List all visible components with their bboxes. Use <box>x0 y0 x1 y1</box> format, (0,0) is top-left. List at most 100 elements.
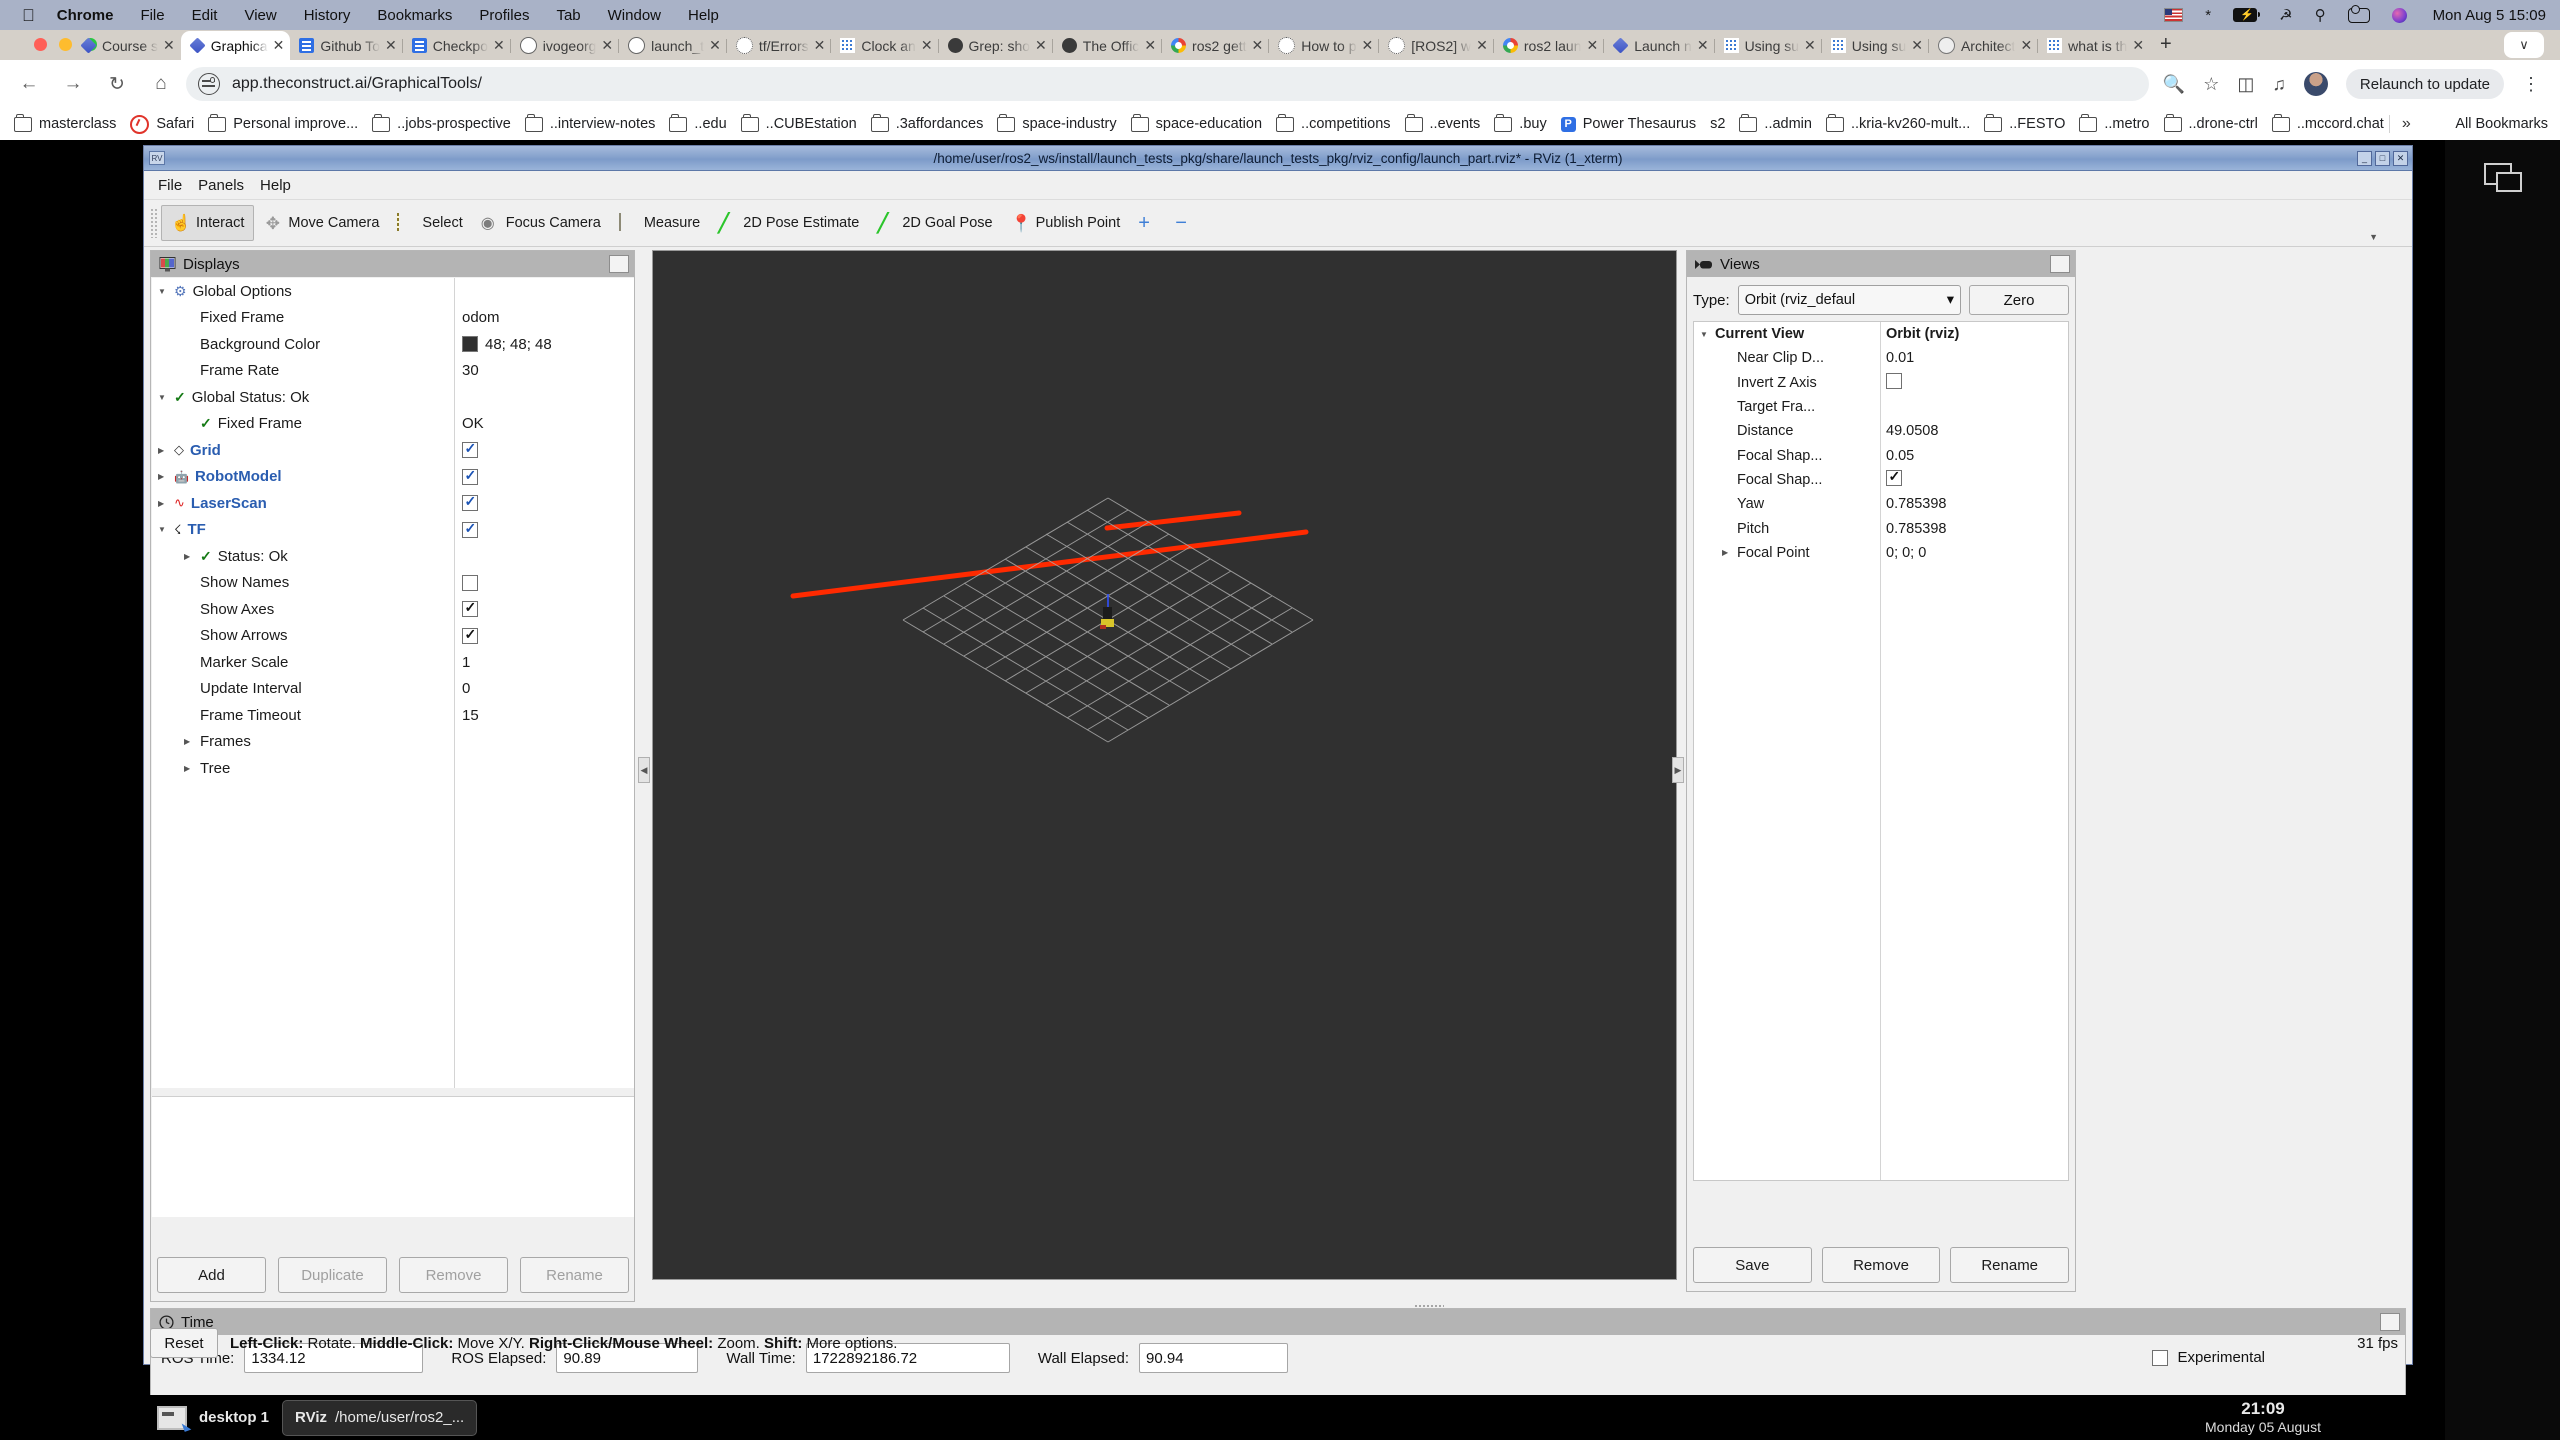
maximize-button[interactable]: □ <box>2375 150 2390 166</box>
view-row[interactable]: Distance 49.0508 <box>1694 419 2068 443</box>
collapse-arrow-icon[interactable] <box>158 445 168 456</box>
reset-button[interactable]: Reset <box>150 1328 218 1358</box>
bookmarks-overflow-icon[interactable]: » <box>2402 115 2411 133</box>
reload-icon[interactable]: ↻ <box>102 69 132 99</box>
bookmark-item[interactable]: .3affordances <box>870 113 983 132</box>
display-row[interactable]: ✓ Fixed Frame OK <box>152 411 634 438</box>
row-checkbox[interactable] <box>1886 372 1902 389</box>
displays-float-button[interactable] <box>609 255 629 273</box>
display-row[interactable]: Frames <box>152 729 634 756</box>
bookmark-item[interactable]: ..edu <box>669 113 727 132</box>
close-tab-icon[interactable]: ✕ <box>1252 37 1264 54</box>
tool-interact[interactable]: ☝ Interact <box>161 205 255 241</box>
close-button[interactable]: ✕ <box>2393 150 2408 166</box>
tool-2d-goal-pose[interactable]: ╱ 2D Goal Pose <box>868 205 1001 241</box>
row-checkbox[interactable] <box>462 520 478 538</box>
search-icon[interactable]: ⚲ <box>2315 6 2326 24</box>
bookmark-item[interactable]: ..admin <box>1739 113 1812 132</box>
close-tab-icon[interactable]: ✕ <box>1144 37 1156 54</box>
display-row[interactable]: Show Names <box>152 570 634 597</box>
rviz-menu-help[interactable]: Help <box>260 177 291 194</box>
display-row[interactable]: ⚙ Global Options <box>152 278 634 305</box>
view-row[interactable]: Focal Shap... <box>1694 468 2068 492</box>
menu-edit[interactable]: Edit <box>192 7 218 24</box>
row-checkbox[interactable] <box>462 467 478 485</box>
row-checkbox[interactable] <box>462 626 478 644</box>
bookmark-item[interactable]: ..kria-kv260-mult... <box>1825 113 1970 132</box>
bookmark-item[interactable]: .buy <box>1494 113 1547 132</box>
display-row[interactable]: Show Arrows <box>152 623 634 650</box>
collapse-arrow-icon[interactable] <box>184 736 194 747</box>
close-tab-icon[interactable]: ✕ <box>1362 37 1374 54</box>
row-checkbox[interactable] <box>462 574 478 591</box>
view-row[interactable]: Target Fra... <box>1694 395 2068 419</box>
bookmark-item[interactable]: ..competitions <box>1276 113 1391 132</box>
save-view-button[interactable]: Save <box>1693 1247 1812 1283</box>
browser-tab[interactable]: what is th ✕ <box>2037 31 2150 60</box>
browser-tab[interactable]: Grep: sho ✕ <box>937 31 1053 60</box>
zoom-icon[interactable]: 🔍 <box>2163 74 2185 95</box>
tool-select[interactable]: Select <box>388 205 471 241</box>
close-tab-icon[interactable]: ✕ <box>601 37 613 54</box>
views-float-button[interactable] <box>2050 255 2070 273</box>
collapse-arrow-icon[interactable] <box>158 498 168 509</box>
menu-file[interactable]: File <box>140 7 164 24</box>
rename-view-button[interactable]: Rename <box>1950 1247 2070 1283</box>
bookmark-item[interactable]: s2 <box>1710 116 1725 132</box>
menu-view[interactable]: View <box>244 7 276 24</box>
menu-tab[interactable]: Tab <box>556 7 580 24</box>
browser-tab[interactable]: Architect ✕ <box>1927 31 2038 60</box>
tool-publish-point[interactable]: 📍 Publish Point <box>1002 205 1130 241</box>
menu-history[interactable]: History <box>304 7 351 24</box>
views-tree[interactable]: Current View Orbit (rviz) Near Clip D... 0.… <box>1693 321 2069 1181</box>
menu-bookmarks[interactable]: Bookmarks <box>377 7 452 24</box>
minimize-window-button[interactable] <box>59 38 72 51</box>
battery-charging-icon[interactable]: ⚡ <box>2233 8 2261 22</box>
bookmark-star-icon[interactable]: ☆ <box>2203 74 2219 95</box>
display-row[interactable]: Fixed Frame odom <box>152 305 634 332</box>
close-tab-icon[interactable]: ✕ <box>1804 37 1816 54</box>
browser-tab[interactable]: launch_t ✕ <box>618 31 727 60</box>
display-row[interactable]: Show Axes <box>152 596 634 623</box>
display-row[interactable]: 🤖 RobotModel <box>152 464 634 491</box>
remove-view-button[interactable]: Remove <box>1821 1247 1941 1283</box>
bookmark-item[interactable]: ..metro <box>2079 113 2150 132</box>
avatar[interactable] <box>2303 72 2328 96</box>
address-bar[interactable]: app.theconstruct.ai/GraphicalTools/ <box>186 67 2149 101</box>
toolbar-overflow-icon[interactable]: ▼ <box>2369 232 2378 242</box>
bookmark-item[interactable]: Personal improve... <box>208 113 358 132</box>
displays-tree[interactable]: ⚙ Global Options Fixed Frame odom Background… <box>152 278 634 1088</box>
collapse-arrow-icon[interactable] <box>158 471 168 482</box>
close-tab-icon[interactable]: ✕ <box>273 37 285 54</box>
browser-tab[interactable]: Clock an ✕ <box>830 31 938 60</box>
rviz-menu-file[interactable]: File <box>158 177 182 194</box>
color-swatch[interactable] <box>462 336 478 353</box>
display-row[interactable]: Marker Scale 1 <box>152 649 634 676</box>
add-tool-icon[interactable]: + <box>1129 205 1166 241</box>
view-row[interactable]: Pitch 0.785398 <box>1694 516 2068 540</box>
expand-arrow-icon[interactable] <box>158 286 168 297</box>
site-settings-icon[interactable] <box>198 73 220 95</box>
bookmark-item[interactable]: space-education <box>1130 113 1262 132</box>
home-icon[interactable]: ⌂ <box>146 69 176 99</box>
browser-tab[interactable]: Using su ✕ <box>1713 31 1822 60</box>
browser-tab[interactable]: Launch n ✕ <box>1603 31 1714 60</box>
close-tab-icon[interactable]: ✕ <box>385 37 397 54</box>
row-checkbox[interactable] <box>462 599 478 618</box>
add-display-button[interactable]: Add <box>157 1257 266 1293</box>
bookmark-item[interactable]: P Power Thesaurus <box>1560 116 1696 132</box>
expand-arrow-icon[interactable] <box>1700 329 1710 340</box>
remove-tool-icon[interactable]: − <box>1166 205 1203 241</box>
browser-tab[interactable]: Checkpo ✕ <box>401 31 511 60</box>
view-type-select[interactable]: Orbit (rviz_defaul ▾ <box>1737 285 1961 315</box>
rviz-menu-panels[interactable]: Panels <box>198 177 244 194</box>
browser-tab[interactable]: [ROS2] w ✕ <box>1378 31 1494 60</box>
tool-2d-pose-estimate[interactable]: ╱ 2D Pose Estimate <box>709 205 868 241</box>
row-checkbox[interactable] <box>1886 468 1902 486</box>
browser-tab[interactable]: Graphica ✕ <box>180 31 291 60</box>
browser-tab[interactable]: Using su ✕ <box>1820 31 1929 60</box>
close-tab-icon[interactable]: ✕ <box>1035 37 1047 54</box>
toolbar-drag-handle[interactable] <box>150 208 158 238</box>
display-row[interactable]: ✓ Status: Ok <box>152 543 634 570</box>
tab-search-chevron-icon[interactable]: ∨ <box>2504 32 2544 58</box>
